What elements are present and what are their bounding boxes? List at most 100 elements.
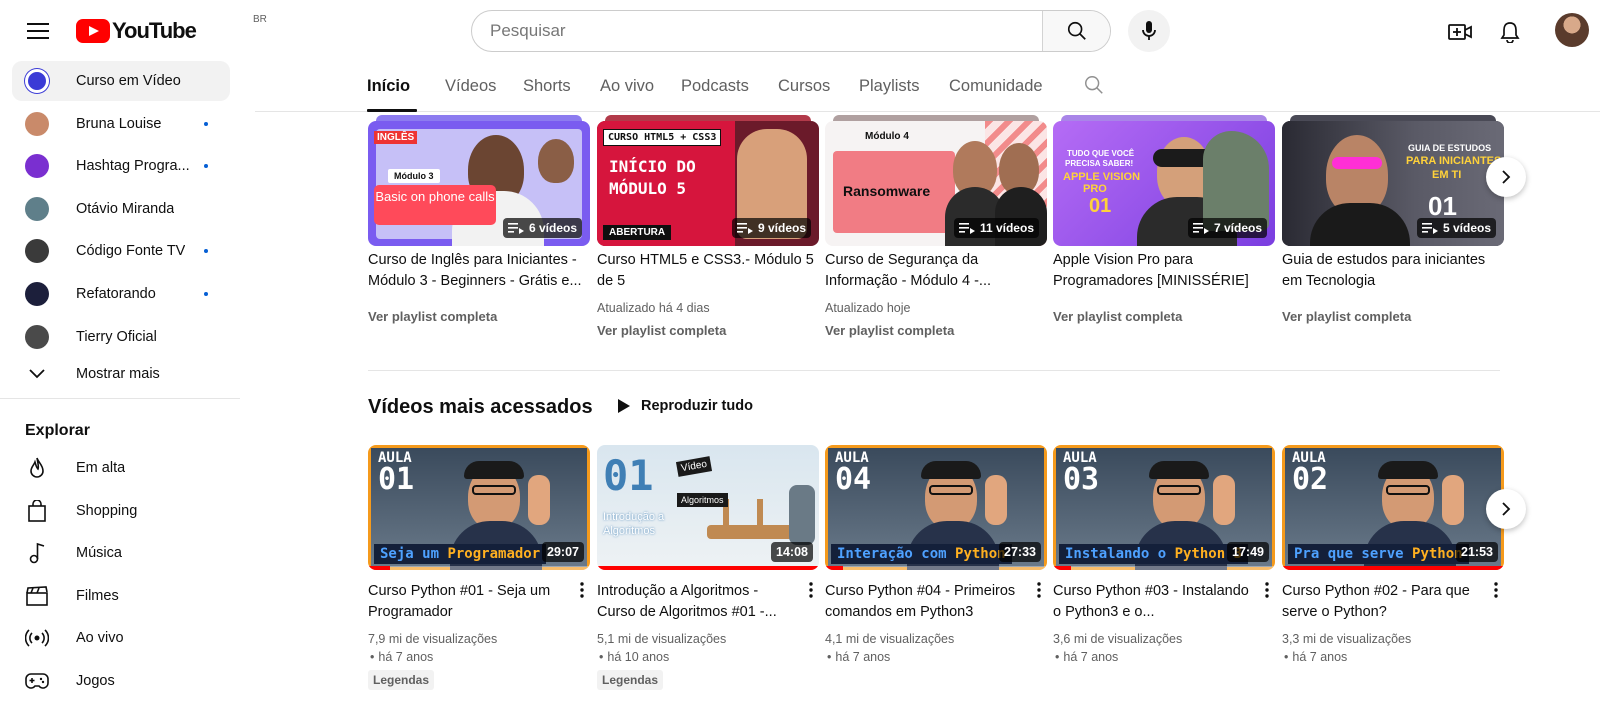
create-button[interactable] xyxy=(1440,12,1480,52)
video-thumbnail[interactable]: AULA 03 Instalando o Python 3 17:49 xyxy=(1053,445,1275,570)
search-input[interactable] xyxy=(472,11,1043,51)
sidebar-explore-item[interactable]: Música xyxy=(12,533,230,573)
sidebar-subscription-item[interactable]: Hashtag Progra... xyxy=(12,146,230,186)
search-box xyxy=(471,10,1111,52)
new-content-dot xyxy=(204,249,208,254)
duration: 14:08 xyxy=(776,545,808,559)
sidebar-subscription-item[interactable]: Otávio Miranda xyxy=(12,189,230,229)
view-full-playlist-link[interactable]: Ver playlist completa xyxy=(597,323,726,338)
more-actions-button[interactable] xyxy=(801,579,821,601)
tab-3[interactable]: Ao vivo xyxy=(600,77,654,96)
playlist-next-button[interactable] xyxy=(1486,157,1526,197)
video-thumbnail[interactable]: AULA 02 Pra que serve Python 21:53 xyxy=(1282,445,1504,570)
videos-next-button[interactable] xyxy=(1486,489,1526,529)
explore-label: Em alta xyxy=(76,460,126,476)
thumb-number: 01 xyxy=(1089,195,1112,217)
more-actions-button[interactable] xyxy=(572,579,592,601)
search-button[interactable] xyxy=(1042,11,1110,51)
view-full-playlist-link[interactable]: Ver playlist completa xyxy=(1053,309,1182,324)
sidebar-explore-item[interactable]: Em alta xyxy=(12,448,230,488)
youtube-logo[interactable]: YouTube BR xyxy=(76,14,267,45)
video-title[interactable]: Introdução a Algoritmos - Curso de Algor… xyxy=(597,581,793,623)
video-card[interactable]: AULA 02 Pra que serve Python 21:53 Curso Pyt… xyxy=(1282,445,1504,695)
tab-7[interactable]: Comunidade xyxy=(949,77,1043,96)
playlist-card[interactable]: INGLÊS Módulo 3 Basic on phone calls 6 víde… xyxy=(368,115,590,351)
new-content-dot xyxy=(204,164,208,169)
playlist-thumbnail[interactable]: CURSO HTML5 + CSS3 INÍCIO DO MÓDULO 5 ABERT… xyxy=(597,121,819,246)
sidebar-explore-item[interactable]: Filmes xyxy=(12,576,230,616)
sidebar-subscription-item[interactable]: Tierry Oficial xyxy=(12,317,230,357)
tab-5[interactable]: Cursos xyxy=(778,77,830,96)
playlist-thumbnail[interactable]: GUIA DE ESTUDOS PARA INICIANTES EM TI 01 5 v… xyxy=(1282,121,1504,246)
playlist-icon xyxy=(958,223,975,234)
menu-icon[interactable] xyxy=(18,11,58,51)
sidebar-subscription-item[interactable]: Refatorando xyxy=(12,274,230,314)
create-video-icon xyxy=(1448,24,1472,40)
play-all-button[interactable]: Reproduzir tudo xyxy=(617,398,753,414)
video-card[interactable]: AULA 04 Interação com Python 27:33 Curso Pyt… xyxy=(825,445,1047,695)
show-more-button[interactable]: Mostrar mais xyxy=(12,354,230,394)
channel-search-button[interactable] xyxy=(1083,74,1105,101)
active-tab-underline xyxy=(367,109,417,112)
thumb-number: 01 xyxy=(603,451,654,500)
video-card[interactable]: AULA 03 Instalando o Python 3 17:49 Curso Py… xyxy=(1053,445,1275,695)
sidebar-subscription-item[interactable]: Código Fonte TV xyxy=(12,231,230,271)
video-title[interactable]: Curso Python #01 - Seja um Programador xyxy=(368,581,564,623)
video-card[interactable]: 01 Introdução a Algoritmos Vídeo Algoritmos 1… xyxy=(597,445,819,695)
playlist-title[interactable]: Guia de estudos para iniciantes em Tecno… xyxy=(1282,250,1504,292)
tab-1[interactable]: Vídeos xyxy=(445,77,496,96)
section-title: Vídeos mais acessados xyxy=(368,396,593,418)
video-thumbnail[interactable]: AULA 01 Seja um Programador 29:07 xyxy=(368,445,590,570)
playlist-title[interactable]: Curso de Inglês para Iniciantes - Módulo… xyxy=(368,250,590,292)
more-actions-button[interactable] xyxy=(1029,579,1049,601)
view-full-playlist-link[interactable]: Ver playlist completa xyxy=(368,309,497,324)
tab-2[interactable]: Shorts xyxy=(523,77,571,96)
tab-0[interactable]: Início xyxy=(367,77,410,96)
video-thumbnail[interactable]: 01 Introdução a Algoritmos Vídeo Algoritmos 1… xyxy=(597,445,819,570)
music-note-icon xyxy=(24,540,50,566)
playlist-card[interactable]: TUDO QUE VOCÊ PRECISA SABER! APPLE VISION P… xyxy=(1053,115,1275,351)
playlist-title[interactable]: Apple Vision Pro para Programadores [MIN… xyxy=(1053,250,1275,292)
notifications-button[interactable] xyxy=(1490,12,1530,52)
channel-avatar xyxy=(25,282,49,306)
more-actions-button[interactable] xyxy=(1257,579,1277,601)
duration-badge: 17:49 xyxy=(1227,542,1269,562)
sidebar-explore-item[interactable]: Jogos xyxy=(12,661,230,701)
playlist-thumbnail[interactable]: INGLÊS Módulo 3 Basic on phone calls 6 víde… xyxy=(368,121,590,246)
account-avatar[interactable] xyxy=(1555,13,1589,47)
playlist-card[interactable]: Módulo 4 Ransomware 11 vídeos Curso de Segu… xyxy=(825,115,1047,351)
video-thumbnail[interactable]: AULA 04 Interação com Python 27:33 xyxy=(825,445,1047,570)
playlist-thumbnail[interactable]: TUDO QUE VOCÊ PRECISA SABER! APPLE VISION P… xyxy=(1053,121,1275,246)
sidebar-explore-item[interactable]: Shopping xyxy=(12,491,230,531)
video-title[interactable]: Curso Python #03 - Instalando o Python3 … xyxy=(1053,581,1249,623)
new-content-dot xyxy=(204,121,208,126)
playlist-thumbnail[interactable]: Módulo 4 Ransomware 11 vídeos xyxy=(825,121,1047,246)
video-title[interactable]: Curso Python #04 - Primeiros comandos em… xyxy=(825,581,1021,623)
explore-label: Filmes xyxy=(76,587,119,604)
playlist-card[interactable]: CURSO HTML5 + CSS3 INÍCIO DO MÓDULO 5 ABERT… xyxy=(597,115,819,351)
tab-4[interactable]: Podcasts xyxy=(681,77,749,96)
thumb-line3: APPLE VISION xyxy=(1063,171,1141,183)
thumb-strip-b: Python xyxy=(955,546,1006,562)
new-content-dot xyxy=(204,292,208,296)
live-icon xyxy=(24,625,50,651)
playlist-title[interactable]: Curso HTML5 e CSS3.- Módulo 5 de 5 xyxy=(597,250,819,292)
playlist-card[interactable]: GUIA DE ESTUDOS PARA INICIANTES EM TI 01 5 v… xyxy=(1282,115,1504,351)
view-full-playlist-link[interactable]: Ver playlist completa xyxy=(1282,309,1411,324)
video-card[interactable]: AULA 01 Seja um Programador 29:07 Curso Pyth… xyxy=(368,445,590,695)
playlist-icon xyxy=(1192,223,1209,234)
sidebar-explore-item[interactable]: Ao vivo xyxy=(12,618,230,658)
voice-search-button[interactable] xyxy=(1128,10,1170,52)
chevron-right-icon xyxy=(1502,170,1511,184)
more-actions-button[interactable] xyxy=(1486,579,1506,601)
trending-icon xyxy=(24,455,50,481)
tab-6[interactable]: Playlists xyxy=(859,77,920,96)
sidebar-subscription-item[interactable]: Bruna Louise xyxy=(12,104,230,144)
view-full-playlist-link[interactable]: Ver playlist completa xyxy=(825,323,954,338)
thumb-tag: INGLÊS xyxy=(374,131,418,144)
duration: 17:49 xyxy=(1232,545,1264,559)
sidebar-subscription-item[interactable]: Curso em Vídeo xyxy=(12,61,230,101)
explore-label: Shopping xyxy=(76,502,138,519)
video-title[interactable]: Curso Python #02 - Para que serve o Pyth… xyxy=(1282,581,1478,623)
playlist-title[interactable]: Curso de Segurança da Informação - Módul… xyxy=(825,250,1047,292)
